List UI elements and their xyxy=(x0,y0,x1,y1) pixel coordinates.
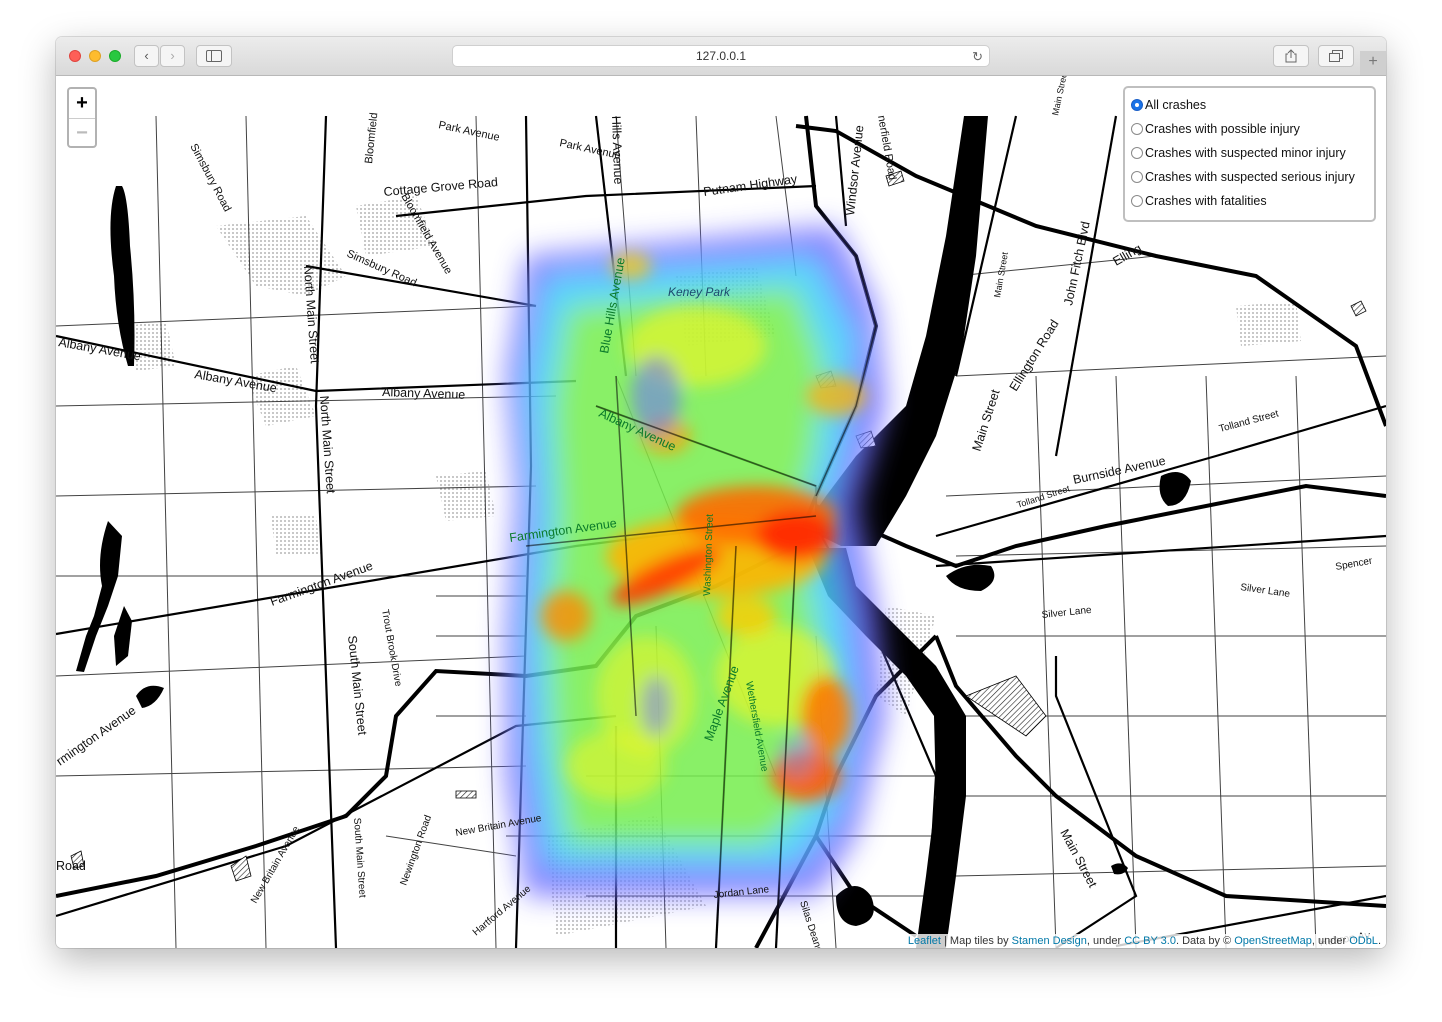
minimize-window-button[interactable] xyxy=(89,50,101,62)
browser-window: ‹ › 127.0.0.1 ↻ + Park Avenue Park Avenu… xyxy=(56,37,1386,948)
street-label: Simsbury Road xyxy=(187,142,233,214)
odbl-link[interactable]: ODbL xyxy=(1349,935,1378,947)
url-text: 127.0.0.1 xyxy=(695,49,747,63)
zoom-control: + − xyxy=(67,87,97,148)
street-label: Tolland Street xyxy=(1218,408,1280,435)
street-label: Spencer xyxy=(1335,556,1374,573)
layer-control: All crashes Crashes with possible injury… xyxy=(1123,86,1376,222)
attribution-text: | Map tiles by xyxy=(940,935,1012,947)
layer-label: Crashes with fatalities xyxy=(1145,194,1267,208)
layer-label: All crashes xyxy=(1145,98,1207,112)
plus-icon: + xyxy=(1368,53,1378,70)
attribution-text: , under xyxy=(1311,935,1350,947)
zoom-out-button[interactable]: − xyxy=(69,118,95,148)
layer-label: Crashes with possible injury xyxy=(1145,122,1300,136)
street-label: Road xyxy=(56,859,86,873)
layer-option-all-crashes[interactable]: All crashes xyxy=(1131,93,1368,117)
street-label: Newington Road xyxy=(398,814,434,887)
street-label: North Main Street xyxy=(317,395,338,494)
share-button[interactable] xyxy=(1273,45,1309,67)
street-label: Ellington Road xyxy=(1007,317,1062,393)
street-label: Hartford Avenue xyxy=(471,883,534,938)
street-label: Silas Deane xyxy=(797,900,824,948)
browser-toolbar: ‹ › 127.0.0.1 ↻ + xyxy=(56,37,1386,76)
maximize-window-button[interactable] xyxy=(109,50,121,62)
back-button[interactable]: ‹ xyxy=(134,45,159,67)
layer-option-serious-injury[interactable]: Crashes with suspected serious injury xyxy=(1131,165,1368,189)
layer-option-possible-injury[interactable]: Crashes with possible injury xyxy=(1131,117,1368,141)
attribution-text: . Data by © xyxy=(1175,935,1235,947)
layer-option-fatalities[interactable]: Crashes with fatalities xyxy=(1131,189,1368,213)
radio-icon[interactable] xyxy=(1131,194,1143,207)
street-label: South Main Street xyxy=(345,635,369,736)
layer-option-minor-injury[interactable]: Crashes with suspected minor injury xyxy=(1131,141,1368,165)
street-label: Main Street xyxy=(1057,827,1100,890)
share-icon xyxy=(1285,49,1297,63)
osm-link[interactable]: OpenStreetMap xyxy=(1234,935,1312,947)
street-label: Simsbury Road xyxy=(345,248,419,290)
leaflet-link[interactable]: Leaflet xyxy=(908,935,941,947)
attribution-text: . xyxy=(1377,935,1381,947)
chevron-right-icon: › xyxy=(170,48,175,63)
layer-label: Crashes with suspected serious injury xyxy=(1145,170,1355,184)
radio-icon[interactable] xyxy=(1131,170,1143,183)
map-view[interactable]: Park Avenue Park Avenue Simsbury Road Bl… xyxy=(56,76,1386,948)
chevron-left-icon: ‹ xyxy=(144,48,149,63)
attribution-text: , under xyxy=(1086,935,1125,947)
street-label: nerfield Road xyxy=(875,114,898,181)
street-label: New Britain Avenue xyxy=(249,824,302,905)
layer-label: Crashes with suspected minor injury xyxy=(1145,146,1346,160)
street-label: Albany Avenue xyxy=(382,385,466,402)
sidebar-icon xyxy=(206,50,222,62)
street-label: Main Street xyxy=(992,251,1010,299)
radio-selected-icon[interactable] xyxy=(1131,98,1143,111)
stamen-link[interactable]: Stamen Design xyxy=(1012,935,1087,947)
map-attribution: Leaflet | Map tiles by Stamen Design, un… xyxy=(902,934,1386,948)
forward-button[interactable]: › xyxy=(160,45,185,67)
new-tab-button[interactable]: + xyxy=(1360,51,1386,75)
radio-icon[interactable] xyxy=(1131,146,1143,159)
tabs-overview-button[interactable] xyxy=(1318,45,1354,67)
reload-icon[interactable]: ↻ xyxy=(972,47,983,67)
street-label: rmington Avenue xyxy=(56,703,138,768)
street-label: Albany Avenue xyxy=(193,367,277,395)
street-label: Main Street xyxy=(970,387,1003,453)
close-window-button[interactable] xyxy=(69,50,81,62)
tabs-icon xyxy=(1329,50,1343,62)
crash-heatmap xyxy=(506,226,886,896)
street-label: Main Street xyxy=(1050,76,1069,116)
sidebar-toggle-button[interactable] xyxy=(196,45,232,67)
street-label: Silver Lane xyxy=(1041,605,1092,621)
street-label: Keney Park xyxy=(668,285,731,299)
address-bar[interactable]: 127.0.0.1 ↻ xyxy=(452,45,990,67)
street-label: Silver Lane xyxy=(1240,582,1292,600)
radio-icon[interactable] xyxy=(1131,122,1143,135)
street-label: Trout Brook Drive xyxy=(379,609,403,688)
street-label: South Main Street xyxy=(351,817,368,898)
street-label: Putnam Highway xyxy=(702,172,798,199)
street-label: Hills Avenue xyxy=(609,116,625,185)
zoom-in-button[interactable]: + xyxy=(69,89,95,118)
street-label: Bloomfield xyxy=(363,112,380,164)
cc-by-link[interactable]: CC BY 3.0 xyxy=(1124,935,1176,947)
street-label: Park Avenue xyxy=(437,119,500,144)
